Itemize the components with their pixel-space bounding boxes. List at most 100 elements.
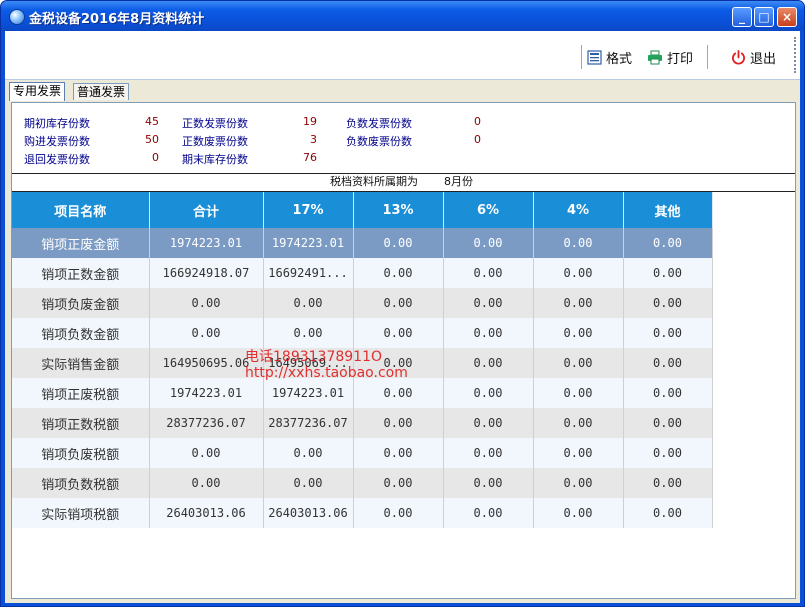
- stat-label: 正数废票份数: [182, 135, 248, 148]
- table-cell[interactable]: 0.00: [353, 438, 444, 468]
- close-button[interactable]: ×: [777, 7, 797, 27]
- table-cell[interactable]: 0.00: [443, 318, 534, 348]
- table-cell[interactable]: 0.00: [443, 378, 534, 408]
- table-cell[interactable]: 0.00: [149, 288, 264, 318]
- exit-button[interactable]: 退出: [731, 47, 776, 67]
- table-cell[interactable]: 16692491...: [263, 258, 354, 288]
- format-button[interactable]: 格式: [587, 47, 632, 67]
- table-cell[interactable]: 0.00: [443, 258, 534, 288]
- table-cell[interactable]: 0.00: [623, 258, 713, 288]
- table-row[interactable]: 销项正废金额 1974223.01 1974223.01 0.00 0.00 0.00 0.…: [12, 228, 713, 258]
- title-bar[interactable]: 金税设备2016年8月资料统计 _ □ ×: [1, 1, 804, 31]
- table-cell[interactable]: 0.00: [353, 318, 444, 348]
- table-cell[interactable]: 0.00: [443, 498, 534, 528]
- row-item-name[interactable]: 销项正废金额: [12, 228, 150, 258]
- table-cell[interactable]: 0.00: [623, 438, 713, 468]
- stat-value: 76: [303, 151, 317, 164]
- table-cell[interactable]: 28377236.07: [263, 408, 354, 438]
- table-row[interactable]: 销项正数金额 166924918.07 16692491... 0.00 0.00 0.0…: [12, 258, 713, 288]
- table-cell[interactable]: 0.00: [443, 288, 534, 318]
- table-cell[interactable]: 0.00: [623, 288, 713, 318]
- row-item-name[interactable]: 销项正数金额: [12, 258, 150, 288]
- period-value: 8月份: [444, 175, 473, 188]
- table-cell[interactable]: 0.00: [533, 468, 624, 498]
- table-cell[interactable]: 0.00: [443, 438, 534, 468]
- table-cell[interactable]: 0.00: [533, 288, 624, 318]
- row-item-name[interactable]: 实际销售金额: [12, 348, 150, 378]
- table-cell[interactable]: 0.00: [443, 468, 534, 498]
- table-cell[interactable]: 26403013.06: [149, 498, 264, 528]
- column-header[interactable]: 其他: [623, 192, 713, 228]
- table-cell[interactable]: 0.00: [263, 318, 354, 348]
- table-cell[interactable]: 0.00: [533, 318, 624, 348]
- table-cell[interactable]: 0.00: [623, 408, 713, 438]
- table-cell[interactable]: 0.00: [443, 228, 534, 258]
- table-cell[interactable]: 0.00: [353, 468, 444, 498]
- table-row[interactable]: 销项负废金额 0.00 0.00 0.00 0.00 0.00 0.00: [12, 288, 713, 318]
- table-cell[interactable]: 0.00: [533, 378, 624, 408]
- print-label: 打印: [667, 51, 694, 67]
- row-item-name[interactable]: 销项负数金额: [12, 318, 150, 348]
- print-button[interactable]: 打印: [647, 47, 693, 67]
- table-cell[interactable]: 0.00: [533, 258, 624, 288]
- table-row[interactable]: 销项负数金额 0.00 0.00 0.00 0.00 0.00 0.00: [12, 318, 713, 348]
- table-cell[interactable]: 0.00: [443, 348, 534, 378]
- table-cell[interactable]: 0.00: [149, 468, 264, 498]
- table-row[interactable]: 销项负数税额 0.00 0.00 0.00 0.00 0.00 0.00: [12, 468, 713, 498]
- table-cell[interactable]: 28377236.07: [149, 408, 264, 438]
- table-row[interactable]: 实际销项税额 26403013.06 26403013.06 0.00 0.00 0.00…: [12, 498, 713, 528]
- table-cell[interactable]: 0.00: [623, 318, 713, 348]
- table-cell[interactable]: 0.00: [353, 378, 444, 408]
- table-row[interactable]: 销项负废税额 0.00 0.00 0.00 0.00 0.00 0.00: [12, 438, 713, 468]
- tab-ordinary-invoice[interactable]: 普通发票: [73, 83, 130, 100]
- stat-value: 0: [474, 133, 481, 146]
- table-cell[interactable]: 1974223.01: [263, 378, 354, 408]
- maximize-button[interactable]: □: [754, 7, 774, 27]
- toolbar-grip[interactable]: [794, 37, 798, 73]
- row-item-name[interactable]: 销项负废金额: [12, 288, 150, 318]
- table-cell[interactable]: 26403013.06: [263, 498, 354, 528]
- tab-special-invoice[interactable]: 专用发票: [9, 82, 66, 101]
- table-cell[interactable]: 0.00: [533, 408, 624, 438]
- row-item-name[interactable]: 销项正废税额: [12, 378, 150, 408]
- column-header[interactable]: 13%: [353, 192, 444, 228]
- table-row[interactable]: 销项正数税额 28377236.07 28377236.07 0.00 0.00 0.00…: [12, 408, 713, 438]
- row-item-name[interactable]: 实际销项税额: [12, 498, 150, 528]
- table-cell[interactable]: 0.00: [623, 348, 713, 378]
- minimize-icon: _: [739, 10, 745, 24]
- table-cell[interactable]: 0.00: [623, 378, 713, 408]
- table-cell[interactable]: 0.00: [623, 498, 713, 528]
- table-cell[interactable]: 0.00: [353, 408, 444, 438]
- table-cell[interactable]: 0.00: [149, 438, 264, 468]
- table-cell[interactable]: 0.00: [623, 228, 713, 258]
- column-header[interactable]: 合计: [149, 192, 264, 228]
- table-cell[interactable]: 0.00: [263, 438, 354, 468]
- table-cell[interactable]: 0.00: [353, 498, 444, 528]
- table-cell[interactable]: 0.00: [263, 288, 354, 318]
- table-cell[interactable]: 0.00: [533, 228, 624, 258]
- table-cell[interactable]: 1974223.01: [149, 378, 264, 408]
- column-header[interactable]: 4%: [533, 192, 624, 228]
- table-cell[interactable]: 0.00: [443, 408, 534, 438]
- table-cell[interactable]: 166924918.07: [149, 258, 264, 288]
- table-cell[interactable]: 0.00: [149, 318, 264, 348]
- table-cell[interactable]: 0.00: [533, 498, 624, 528]
- exit-label: 退出: [750, 51, 777, 67]
- column-header[interactable]: 6%: [443, 192, 534, 228]
- column-header[interactable]: 17%: [263, 192, 354, 228]
- table-row[interactable]: 销项正废税额 1974223.01 1974223.01 0.00 0.00 0.00 0.…: [12, 378, 713, 408]
- table-cell[interactable]: 0.00: [353, 288, 444, 318]
- table-cell[interactable]: 0.00: [623, 468, 713, 498]
- table-cell[interactable]: 1974223.01: [149, 228, 264, 258]
- row-item-name[interactable]: 销项负废税额: [12, 438, 150, 468]
- column-header[interactable]: 项目名称: [12, 192, 150, 228]
- table-cell[interactable]: 0.00: [533, 348, 624, 378]
- minimize-button[interactable]: _: [732, 7, 752, 27]
- row-item-name[interactable]: 销项负数税额: [12, 468, 150, 498]
- table-cell[interactable]: 0.00: [533, 438, 624, 468]
- row-item-name[interactable]: 销项正数税额: [12, 408, 150, 438]
- table-cell[interactable]: 0.00: [353, 258, 444, 288]
- table-cell[interactable]: 0.00: [263, 468, 354, 498]
- table-cell[interactable]: 1974223.01: [263, 228, 354, 258]
- table-cell[interactable]: 0.00: [353, 228, 444, 258]
